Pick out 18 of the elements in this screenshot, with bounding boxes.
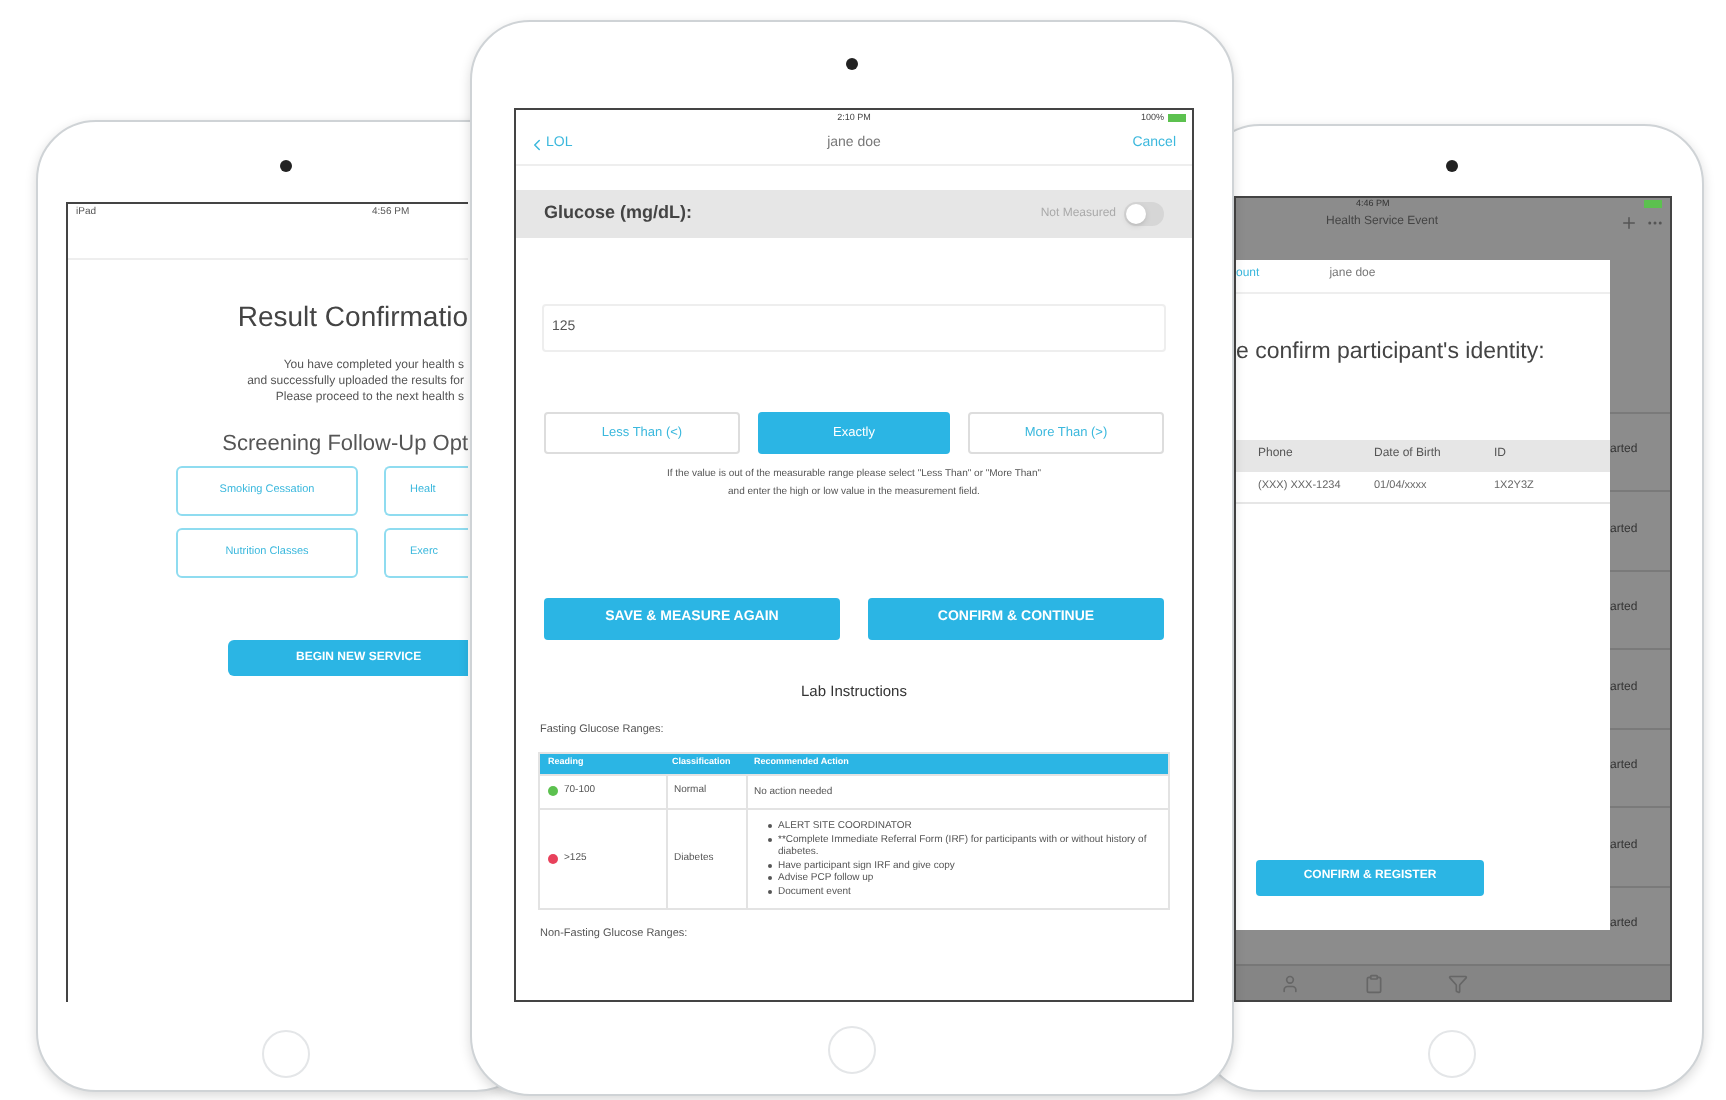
person-icon[interactable]	[1280, 973, 1300, 994]
funnel-icon[interactable]	[1448, 973, 1468, 994]
camera-icon	[280, 160, 292, 172]
clipboard-icon[interactable]	[1364, 973, 1384, 994]
battery-icon	[1644, 200, 1662, 209]
measure-label: Glucose (mg/dL):	[544, 200, 692, 227]
toggle-switch[interactable]	[1124, 202, 1164, 226]
section-heading: Screening Follow-Up Opt	[222, 430, 468, 458]
home-button[interactable]	[262, 1030, 310, 1078]
battery-icon	[1168, 114, 1186, 122]
camera-icon	[846, 58, 858, 70]
modal-title: e confirm participant's identity:	[1236, 337, 1547, 368]
camera-icon	[1446, 160, 1458, 172]
screen-title: Result Confirmatio	[237, 298, 468, 334]
back-icon	[528, 136, 546, 154]
home-button[interactable]	[828, 1026, 876, 1074]
add-icon[interactable]	[1620, 214, 1638, 233]
home-button[interactable]	[1428, 1030, 1476, 1078]
